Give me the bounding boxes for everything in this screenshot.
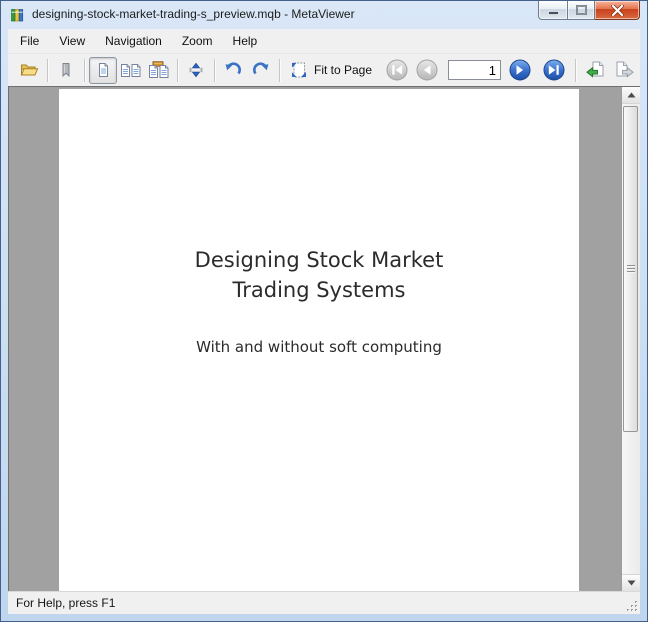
document-subtitle: With and without soft computing (59, 338, 579, 356)
menu-navigation[interactable]: Navigation (95, 30, 172, 52)
fit-to-page-icon (290, 61, 308, 79)
document-viewport[interactable]: Designing Stock Market Trading Systems W… (8, 86, 640, 591)
facing-pages-view-button[interactable] (117, 57, 145, 84)
toolbar-separator (47, 59, 48, 82)
menubar: File View Navigation Zoom Help (8, 29, 640, 53)
minimize-button[interactable] (538, 1, 567, 20)
nav-back-icon (586, 61, 606, 79)
continuous-scroll-icon (188, 62, 204, 78)
resize-grip[interactable] (625, 599, 638, 612)
document-title-line1: Designing Stock Market (59, 245, 579, 275)
window-title: designing-stock-market-trading-s_preview… (32, 7, 355, 21)
titlebar[interactable]: designing-stock-market-trading-s_preview… (1, 1, 647, 29)
toolbar-separator (177, 59, 178, 82)
metaviewer-window: designing-stock-market-trading-s_preview… (0, 0, 648, 622)
scrollbar-track[interactable] (622, 104, 640, 574)
rotate-right-button[interactable] (247, 57, 275, 84)
document-page: Designing Stock Market Trading Systems W… (59, 89, 579, 591)
scroll-down-button[interactable] (622, 574, 640, 591)
scroll-down-icon (627, 580, 636, 586)
document-title-line2: Trading Systems (59, 275, 579, 305)
single-page-view-button[interactable] (89, 57, 117, 84)
rotate-left-button[interactable] (219, 57, 247, 84)
menu-zoom[interactable]: Zoom (172, 30, 223, 52)
open-folder-icon (20, 62, 39, 78)
client-area: File View Navigation Zoom Help (8, 29, 640, 614)
nav-forward-icon (614, 61, 634, 79)
open-file-button[interactable] (15, 57, 43, 84)
page-number-input[interactable] (448, 60, 501, 80)
maximize-icon (576, 5, 587, 15)
nav-forward-button[interactable] (610, 57, 638, 84)
toolbar-separator (575, 59, 576, 82)
scroll-up-icon (627, 92, 636, 98)
app-icon (10, 7, 26, 23)
nav-back-button[interactable] (582, 57, 610, 84)
menu-file[interactable]: File (10, 30, 49, 52)
next-page-icon (509, 59, 531, 81)
toolbar-separator (84, 59, 85, 82)
vertical-scrollbar[interactable] (621, 87, 640, 591)
last-page-icon (543, 59, 565, 81)
previous-page-icon (416, 59, 438, 81)
close-icon (611, 5, 624, 16)
single-page-icon (95, 62, 111, 78)
toolbar-separator (279, 59, 280, 82)
statusbar: For Help, press F1 (8, 591, 640, 614)
rotate-left-icon (224, 62, 242, 78)
bookmark-button[interactable] (52, 57, 80, 84)
facing-pages-icon (120, 62, 142, 78)
last-page-button[interactable] (541, 57, 567, 84)
document-title: Designing Stock Market Trading Systems (59, 89, 579, 305)
status-text: For Help, press F1 (8, 596, 115, 610)
minimize-icon (548, 6, 559, 15)
rotate-right-icon (252, 62, 270, 78)
close-button[interactable] (595, 1, 640, 20)
bookmark-icon (58, 62, 74, 78)
toolbar: Fit to Page (8, 53, 640, 86)
fit-to-page-button[interactable]: Fit to Page (284, 58, 378, 82)
previous-page-button[interactable] (414, 57, 440, 84)
next-page-button[interactable] (507, 57, 533, 84)
maximize-button[interactable] (567, 1, 595, 20)
scroll-up-button[interactable] (622, 87, 640, 104)
scrollbar-grip-icon (627, 265, 635, 273)
first-page-icon (386, 59, 408, 81)
scrollbar-thumb[interactable] (623, 106, 638, 432)
menu-help[interactable]: Help (223, 30, 268, 52)
fit-to-page-label: Fit to Page (314, 63, 372, 77)
continuous-scroll-button[interactable] (182, 57, 210, 84)
toolbar-separator (214, 59, 215, 82)
window-controls (538, 1, 640, 20)
first-page-button[interactable] (384, 57, 410, 84)
book-view-button[interactable] (145, 57, 173, 84)
book-view-icon (148, 61, 170, 79)
menu-view[interactable]: View (49, 30, 95, 52)
